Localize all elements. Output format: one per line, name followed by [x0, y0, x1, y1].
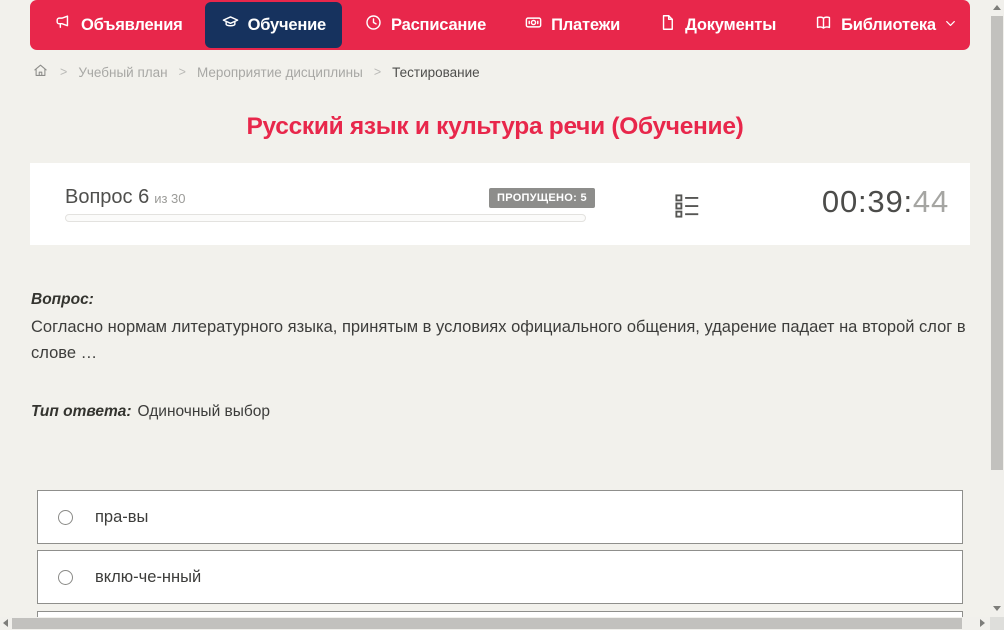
megaphone-icon — [54, 13, 73, 37]
nav-item-learning[interactable]: Обучение — [204, 2, 343, 48]
breadcrumb-separator: > — [178, 65, 186, 79]
graduation-cap-icon — [221, 13, 240, 37]
scroll-left-arrow-icon[interactable] — [3, 619, 8, 627]
breadcrumb-curriculum[interactable]: Учебный план — [78, 65, 167, 80]
breadcrumb-separator: > — [60, 65, 68, 79]
nav-item-library[interactable]: Библиотека — [798, 2, 973, 48]
clock-icon — [364, 13, 383, 37]
open-book-icon — [814, 13, 833, 37]
nav-item-label: Платежи — [551, 15, 621, 34]
breadcrumb-discipline-event[interactable]: Мероприятие дисциплины — [197, 65, 363, 80]
main-navbar: Объявления Обучение Расписание Платежи Д… — [30, 0, 970, 50]
nav-item-label: Расписание — [391, 15, 487, 34]
scroll-up-arrow-icon[interactable] — [993, 5, 1001, 10]
answer-option[interactable]: пра-вы — [37, 490, 963, 544]
breadcrumb-testing: Тестирование — [392, 64, 480, 80]
page-title: Русский язык и культура речи (Обучение) — [246, 113, 744, 140]
question-number-of: из 30 — [154, 191, 186, 206]
nav-item-label: Обучение — [247, 15, 327, 34]
home-icon[interactable] — [32, 62, 49, 82]
document-icon — [658, 13, 677, 37]
answer-option[interactable]: вклю-че-нный — [37, 550, 963, 604]
question-text: Согласно нормам литературного языка, при… — [31, 318, 966, 362]
timer: 00:39:44 — [822, 184, 949, 220]
nav-item-documents[interactable]: Документы — [642, 2, 792, 48]
breadcrumb: > Учебный план > Мероприятие дисциплины … — [32, 61, 480, 83]
radio-button[interactable] — [58, 509, 73, 525]
nav-item-payments[interactable]: Платежи — [508, 2, 636, 48]
answer-type-value: Одиночный выбор — [137, 403, 271, 420]
scroll-down-arrow-icon[interactable] — [993, 606, 1001, 611]
skipped-badge: ПРОПУЩЕНО: 5 — [489, 188, 595, 208]
option-label: вклю-че-нный — [95, 567, 202, 586]
scrollbar-corner — [990, 617, 1004, 630]
horizontal-scrollbar[interactable] — [0, 617, 990, 630]
question-list-icon — [672, 194, 702, 225]
nav-item-schedule[interactable]: Расписание — [348, 2, 502, 48]
vertical-scrollbar-thumb[interactable] — [991, 16, 1003, 470]
timer-main: 00:39: — [821, 184, 913, 219]
question-number-label: Вопрос 6 — [65, 186, 150, 208]
nav-item-label: Библиотека — [841, 15, 936, 34]
vertical-scrollbar[interactable] — [990, 0, 1004, 617]
horizontal-scrollbar-thumb[interactable] — [12, 618, 962, 629]
chevron-down-icon — [944, 16, 957, 35]
timer-seconds: 44 — [912, 184, 949, 219]
cash-icon — [524, 13, 543, 37]
answer-type-label: Тип ответа: — [31, 403, 132, 420]
scroll-right-arrow-icon[interactable] — [980, 619, 985, 627]
question-header-card: Вопрос 6 из 30 ПРОПУЩЕНО: 5 00:39:44 — [30, 163, 970, 245]
answer-type: Тип ответа: Одиночный выбор — [31, 403, 270, 421]
nav-item-label: Документы — [685, 15, 777, 34]
question-list-button[interactable] — [672, 191, 704, 223]
radio-button[interactable] — [58, 569, 73, 585]
nav-item-announcements[interactable]: Объявления — [38, 2, 199, 48]
question-number: Вопрос 6 из 30 — [65, 186, 186, 209]
question-label: Вопрос: — [31, 291, 94, 308]
nav-item-label: Объявления — [81, 15, 183, 34]
progress-bar — [65, 214, 586, 222]
option-label: пра-вы — [95, 507, 149, 526]
breadcrumb-separator: > — [373, 65, 382, 79]
